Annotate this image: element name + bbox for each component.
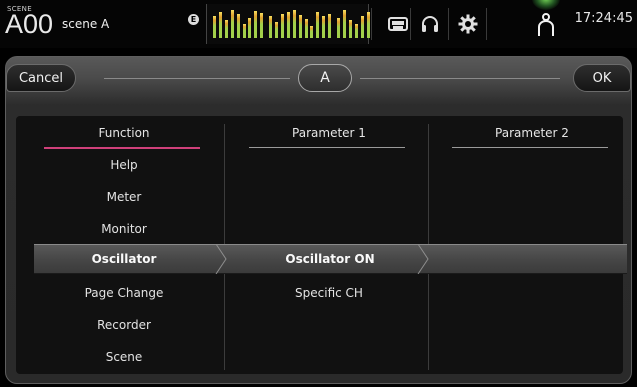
function-item-page-change[interactable]: Page Change (44, 286, 204, 300)
meter-bar (292, 10, 296, 38)
headphones-icon[interactable] (418, 12, 442, 36)
toolbar-separator (371, 8, 372, 40)
meter-bar (322, 16, 326, 38)
parameter1-item-specific-ch[interactable]: Specific CH (249, 286, 409, 300)
meter-bar (213, 16, 216, 38)
meter-bar (286, 12, 290, 38)
function-item-monitor[interactable]: Monitor (44, 222, 204, 236)
toolbar-separator (448, 8, 449, 40)
meter-bar (275, 22, 278, 38)
clock: 17:24:45 (574, 11, 633, 26)
scene-number: A00 (5, 9, 54, 39)
meter-bar (260, 13, 264, 38)
selected-function[interactable]: Oscillator (44, 252, 204, 266)
meter-bar (310, 26, 314, 38)
parameter2-column-header: Parameter 2 (495, 126, 569, 140)
function-assign-dialog: Cancel A OK Function Parameter 1 Paramet… (5, 56, 632, 384)
toolbar-separator (410, 8, 411, 40)
selected-parameter1[interactable]: Oscillator ON (250, 252, 410, 266)
function-header-underline (44, 147, 200, 149)
ext-badge-icon: E (188, 14, 199, 25)
parameter1-header-underline (249, 147, 405, 148)
meter-bar (269, 16, 273, 38)
mode-a-button[interactable]: A (298, 64, 352, 92)
header-divider (104, 78, 290, 79)
ok-button[interactable]: OK (573, 64, 631, 92)
meter-bar (236, 14, 240, 38)
meter-bar (254, 11, 258, 38)
cancel-button[interactable]: Cancel (6, 64, 76, 92)
user-indicator[interactable] (524, 0, 568, 46)
meter-bar (366, 12, 370, 38)
meter-bar (280, 14, 284, 38)
meter-bar (230, 10, 234, 38)
function-item-help[interactable]: Help (44, 158, 204, 172)
meter-bar (304, 19, 308, 38)
level-meter-bridge[interactable] (206, 4, 370, 44)
scene-display[interactable]: SCENE A00 scene A E (4, 4, 202, 44)
scene-name: scene A (62, 17, 110, 31)
parameter2-header-underline (452, 147, 608, 148)
function-item-meter[interactable]: Meter (44, 190, 204, 204)
recorder-icon[interactable] (386, 12, 410, 36)
toolbar-separator (486, 8, 487, 40)
settings-gear-icon[interactable] (456, 12, 480, 36)
meter-bar (354, 24, 358, 38)
header-divider (360, 78, 560, 79)
function-column-header: Function (98, 126, 150, 140)
function-list-area: Function Parameter 1 Parameter 2 Oscilla… (16, 116, 627, 374)
meter-bar (328, 14, 332, 38)
meter-bar (242, 24, 246, 38)
meter-bar (298, 15, 302, 38)
meter-bar (248, 18, 252, 38)
meter-bar (218, 12, 222, 38)
status-bar: SCENE A00 scene A E 17:24:45 (0, 0, 637, 48)
meter-bar (348, 20, 352, 38)
meter-bar (316, 12, 320, 38)
meter-bar (337, 18, 340, 38)
meter-bar (342, 10, 346, 38)
user-icon (538, 12, 554, 38)
selected-row: Oscillator Oscillator ON (34, 244, 627, 274)
meter-bar (224, 20, 228, 38)
parameter1-column-header: Parameter 1 (292, 126, 366, 140)
meter-bar (360, 16, 364, 38)
function-item-recorder[interactable]: Recorder (44, 318, 204, 332)
function-item-scene[interactable]: Scene (44, 350, 204, 364)
